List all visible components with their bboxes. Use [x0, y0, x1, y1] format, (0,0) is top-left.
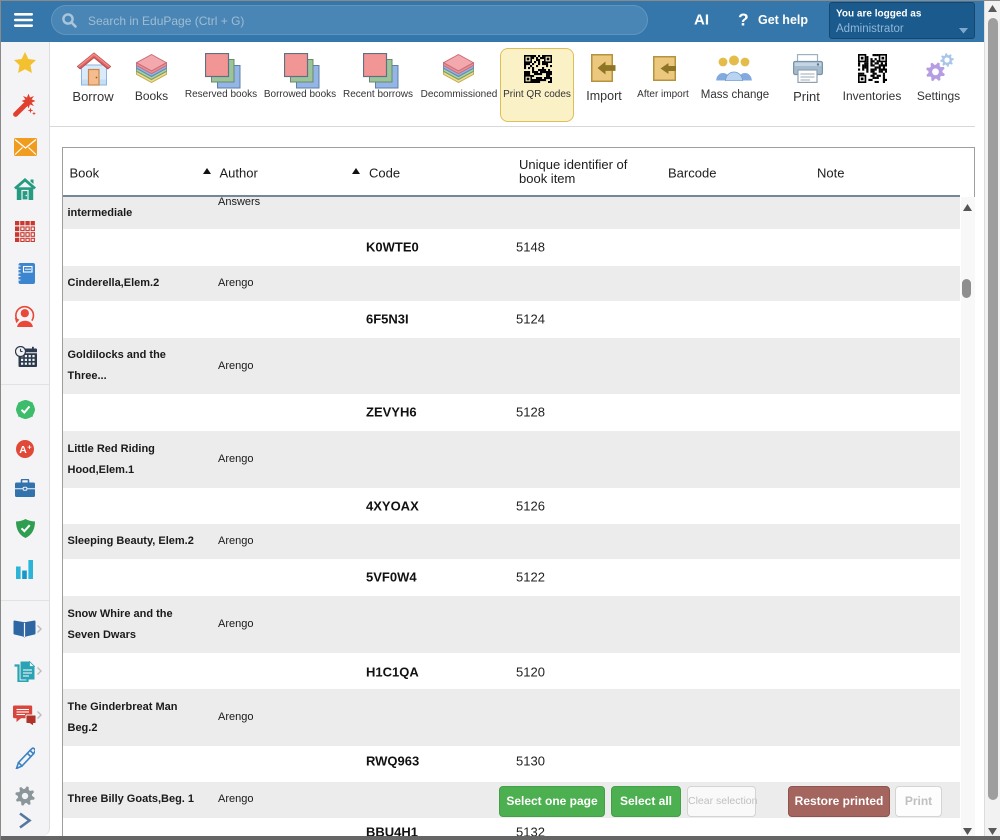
svg-text:A: A [19, 444, 27, 456]
svg-text:+: + [27, 443, 32, 452]
